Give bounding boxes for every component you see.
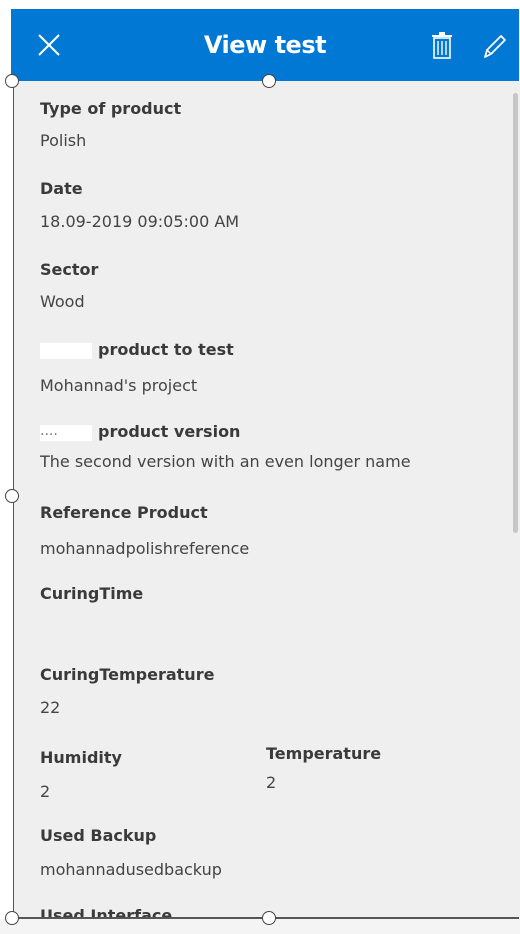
edit-button[interactable] — [477, 29, 511, 63]
type-of-product-label: Type of product — [40, 99, 182, 118]
header-bar: View test — [11, 9, 519, 81]
resize-handle-top-center[interactable] — [262, 74, 276, 88]
humidity-value: 2 — [40, 782, 51, 801]
bottom-strip — [0, 919, 520, 934]
form-scrollbar[interactable] — [513, 93, 518, 533]
sector-value: Wood — [40, 292, 85, 311]
product-version-value: The second version with an even longer n… — [40, 452, 411, 471]
redacted-block — [40, 342, 92, 359]
curing-time-label: CuringTime — [40, 584, 144, 603]
humidity-label: Humidity — [40, 748, 122, 767]
temperature-value: 2 — [266, 773, 277, 792]
product-version-label-text: product version — [98, 422, 241, 441]
product-version-label: product version — [40, 422, 240, 441]
used-backup-value: mohannadusedbackup — [40, 860, 222, 879]
sector-label: Sector — [40, 260, 99, 279]
pencil-icon — [484, 35, 506, 58]
used-backup-label: Used Backup — [40, 826, 157, 845]
date-label: Date — [40, 179, 83, 198]
reference-product-value: mohannadpolishreference — [40, 539, 250, 558]
date-value: 18.09-2019 09:05:00 AM — [40, 212, 240, 231]
type-of-product-value: Polish — [40, 131, 87, 150]
resize-handle-bottom-center[interactable] — [262, 911, 276, 925]
product-to-test-label: product to test — [40, 340, 234, 359]
view-test-screen: View test Type of product Polish Date 18… — [0, 0, 520, 934]
product-to-test-label-text: product to test — [98, 340, 234, 359]
trash-icon — [432, 32, 452, 59]
delete-button[interactable] — [429, 31, 455, 61]
resize-handle-middle-left[interactable] — [5, 489, 19, 503]
redacted-dots: .... — [40, 423, 58, 439]
curing-temperature-label: CuringTemperature — [40, 665, 215, 684]
temperature-label: Temperature — [266, 744, 382, 763]
reference-product-label: Reference Product — [40, 503, 208, 522]
product-to-test-value: Mohannad's project — [40, 376, 198, 395]
test-details-form: Type of product Polish Date 18.09-2019 0… — [13, 81, 520, 918]
resize-handle-bottom-left[interactable] — [5, 911, 19, 925]
curing-temperature-value: 22 — [40, 698, 61, 717]
resize-handle-top-left[interactable] — [5, 74, 19, 88]
